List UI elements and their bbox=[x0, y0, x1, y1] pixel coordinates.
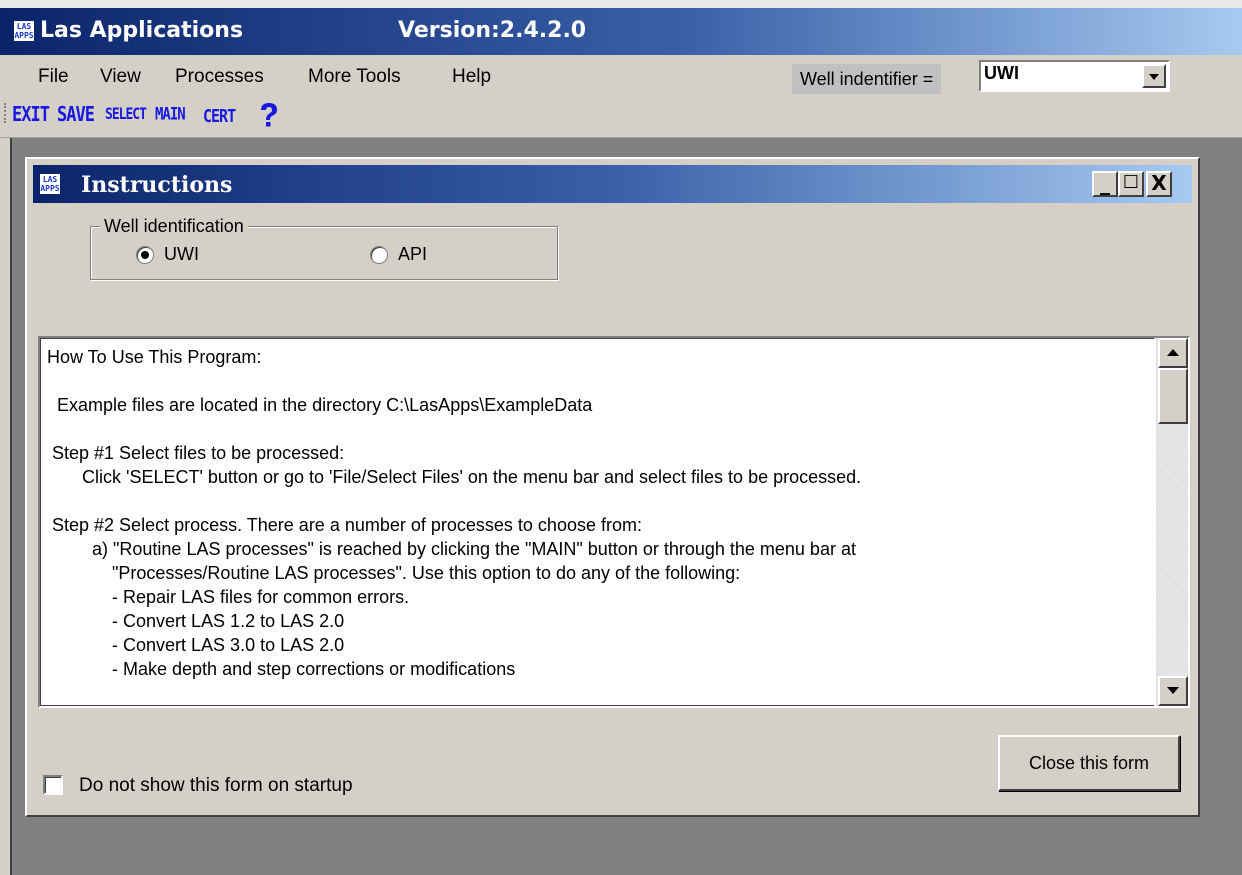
form-title: Instructions bbox=[81, 172, 233, 198]
save-button[interactable]: SAVE bbox=[57, 103, 95, 127]
close-icon[interactable]: X bbox=[1146, 171, 1172, 197]
radio-uwi-label[interactable]: UWI bbox=[164, 244, 199, 265]
startup-checkbox-label[interactable]: Do not show this form on startup bbox=[79, 775, 353, 797]
minimize-icon[interactable]: _ bbox=[1092, 171, 1118, 197]
instruction-line: - Make depth and step corrections or mod… bbox=[47, 659, 516, 679]
menu-more-tools[interactable]: More Tools bbox=[308, 66, 401, 88]
well-identifier-label: Well indentifier = bbox=[792, 64, 942, 94]
scroll-up-icon[interactable] bbox=[1158, 338, 1188, 368]
maximize-icon[interactable]: ☐ bbox=[1118, 171, 1144, 197]
scrollbar-thumb[interactable] bbox=[1158, 368, 1188, 424]
instruction-line: Step #2 Select process. There are a numb… bbox=[47, 515, 642, 535]
form-logo-icon: LAS APPS bbox=[39, 173, 61, 195]
main-button[interactable]: MAIN bbox=[155, 105, 186, 124]
close-form-button[interactable]: Close this form bbox=[998, 735, 1180, 791]
well-identifier-select[interactable]: UWI bbox=[979, 60, 1170, 92]
scroll-down-icon[interactable] bbox=[1158, 676, 1188, 706]
cert-button[interactable]: CERT bbox=[203, 105, 236, 127]
instruction-line: Click 'SELECT' button or go to 'File/Sel… bbox=[47, 467, 862, 487]
instruction-line: - Convert LAS 1.2 to LAS 2.0 bbox=[47, 611, 345, 631]
chevron-down-icon[interactable] bbox=[1142, 64, 1166, 88]
instruction-line: a) "Routine LAS processes" is reached by… bbox=[47, 539, 856, 559]
radio-api[interactable] bbox=[370, 246, 388, 264]
startup-checkbox[interactable] bbox=[43, 775, 63, 795]
question-mark-icon[interactable] bbox=[254, 100, 284, 130]
app-version: Version:2.4.2.0 bbox=[398, 18, 587, 43]
instructions-text-area[interactable]: How To Use This Program: Example files a… bbox=[40, 338, 1154, 706]
select-button[interactable]: SELECT bbox=[105, 106, 147, 124]
instruction-line: How To Use This Program: bbox=[47, 347, 262, 367]
instruction-line: - Repair LAS files for common errors. bbox=[47, 587, 410, 607]
toolbar bbox=[0, 95, 1242, 138]
instruction-line: Example files are located in the directo… bbox=[47, 395, 593, 415]
instruction-line: "Processes/Routine LAS processes". Use t… bbox=[47, 563, 741, 583]
app-title: Las Applications bbox=[40, 18, 244, 43]
instruction-line: - Convert LAS 3.0 to LAS 2.0 bbox=[47, 635, 345, 655]
exit-button[interactable]: EXIT bbox=[12, 103, 50, 127]
menu-view[interactable]: View bbox=[100, 66, 141, 88]
well-identifier-value: UWI bbox=[984, 63, 1019, 83]
toolbar-grip[interactable] bbox=[4, 103, 9, 123]
menu-file[interactable]: File bbox=[38, 66, 69, 88]
radio-api-label[interactable]: API bbox=[398, 244, 427, 265]
instruction-line: Step #1 Select files to be processed: bbox=[47, 443, 345, 463]
group-title: Well identification bbox=[100, 216, 248, 237]
radio-uwi[interactable] bbox=[136, 246, 154, 264]
app-logo-icon: LAS APPS bbox=[13, 20, 35, 42]
top-strip bbox=[0, 0, 1242, 8]
menu-processes[interactable]: Processes bbox=[175, 66, 264, 88]
menu-help[interactable]: Help bbox=[452, 66, 491, 88]
